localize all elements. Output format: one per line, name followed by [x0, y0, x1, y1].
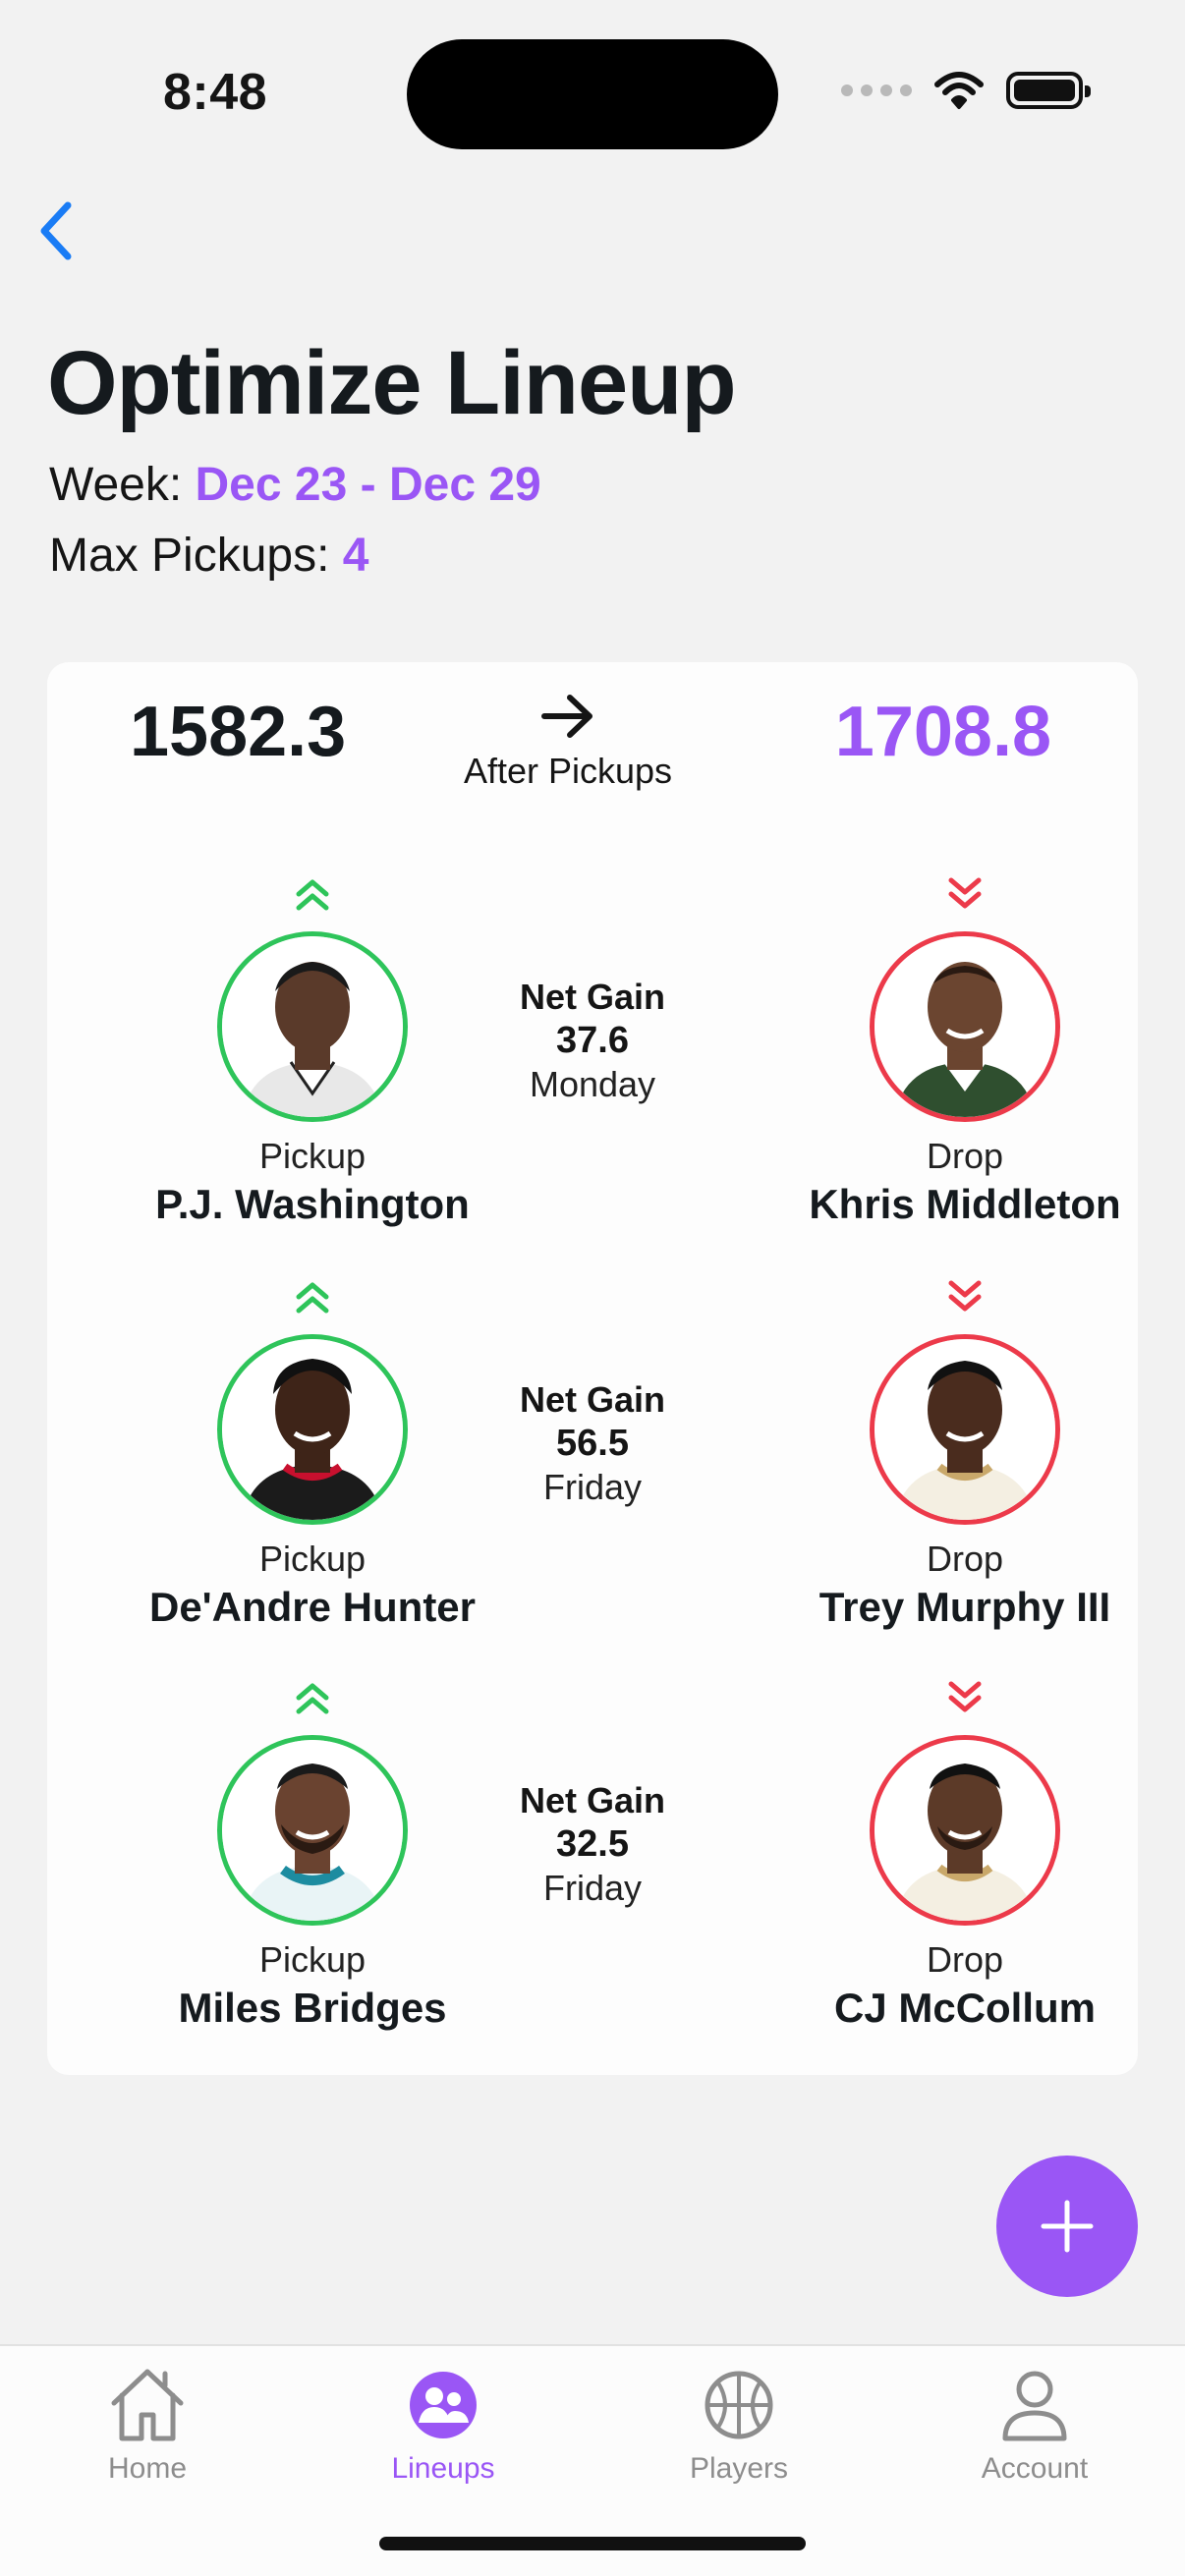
drop-role: Drop	[926, 1136, 1004, 1176]
chevrons-up-icon	[296, 1683, 329, 1714]
tab-account[interactable]: Account	[887, 2364, 1182, 2486]
net-gain-label: Net Gain	[519, 1379, 666, 1420]
net-gain: Net Gain 37.6 Monday	[470, 977, 715, 1105]
net-gain-label: Net Gain	[519, 1780, 666, 1820]
max-pickups-value: 4	[342, 530, 369, 582]
tab-home[interactable]: Home	[0, 2364, 295, 2486]
player-avatar	[217, 1735, 408, 1926]
net-gain-value: 56.5	[556, 1423, 629, 1464]
person-icon	[1002, 2371, 1067, 2441]
drop-player[interactable]: Drop Trey Murphy III	[778, 1269, 1152, 1631]
player-avatar	[217, 1334, 408, 1525]
chevrons-up-icon	[296, 879, 329, 911]
back-button[interactable]	[22, 196, 90, 265]
arrow-right-icon	[541, 695, 592, 738]
after-pickups-indicator: After Pickups	[421, 692, 715, 792]
score-before: 1582.3	[130, 693, 347, 771]
dynamic-island	[407, 39, 778, 149]
chevron-left-icon	[40, 201, 72, 260]
drop-player[interactable]: Drop CJ McCollum	[778, 1670, 1152, 2032]
week-row: Week: Dec 23 - Dec 29	[49, 458, 541, 512]
wifi-icon	[934, 72, 984, 109]
tab-label: Lineups	[391, 2452, 495, 2485]
plus-icon	[1041, 2200, 1094, 2253]
max-pickups-row: Max Pickups: 4	[49, 529, 368, 583]
net-gain: Net Gain 32.5 Friday	[470, 1780, 715, 1909]
add-button[interactable]	[996, 2156, 1138, 2297]
pickup-name: Miles Bridges	[178, 1985, 447, 2031]
week-label: Week:	[49, 459, 183, 511]
chevrons-down-icon	[948, 877, 982, 909]
player-avatar	[870, 1334, 1060, 1525]
pickup-name: De'Andre Hunter	[148, 1584, 477, 1630]
max-pickups-label: Max Pickups:	[49, 530, 330, 582]
home-icon	[111, 2369, 184, 2441]
player-avatar	[870, 1735, 1060, 1926]
after-pickups-label: After Pickups	[463, 751, 673, 791]
pickup-role: Pickup	[258, 1136, 367, 1176]
net-gain-day: Monday	[529, 1064, 656, 1104]
pickup-player[interactable]: Pickup De'Andre Hunter	[126, 1269, 499, 1631]
player-avatar	[217, 931, 408, 1122]
lineups-icon	[410, 2372, 477, 2438]
page-title: Optimize Lineup	[47, 333, 737, 433]
battery-icon	[1006, 72, 1091, 109]
net-gain-value: 37.6	[556, 1020, 629, 1061]
home-indicator	[379, 2537, 806, 2550]
drop-role: Drop	[926, 1939, 1004, 1980]
basketball-icon	[705, 2371, 773, 2439]
net-gain-label: Net Gain	[519, 977, 666, 1017]
drop-name: Trey Murphy III	[818, 1584, 1111, 1630]
drop-role: Drop	[926, 1539, 1004, 1579]
tab-players[interactable]: Players	[592, 2364, 886, 2486]
drop-name: CJ McCollum	[833, 1985, 1097, 2031]
swap-row[interactable]: Pickup Miles Bridges Net Gain 32.5 Frida…	[47, 1670, 1138, 2063]
pickup-player[interactable]: Pickup P.J. Washington	[126, 867, 499, 1228]
score-after: 1708.8	[834, 693, 1051, 771]
screen: 8:48 Optimize Lineup Week: Dec 23 - Dec …	[0, 0, 1185, 2576]
status-time: 8:48	[163, 64, 268, 121]
cellular-signal-icon	[841, 84, 912, 96]
swap-row[interactable]: Pickup De'Andre Hunter Net Gain 56.5 Fri…	[47, 1269, 1138, 1662]
chevrons-up-icon	[296, 1282, 329, 1314]
pickup-name: P.J. Washington	[155, 1181, 470, 1227]
net-gain-day: Friday	[542, 1467, 643, 1507]
swap-row[interactable]: Pickup P.J. Washington Net Gain 37.6 Mon…	[47, 867, 1138, 1260]
pickup-player[interactable]: Pickup Miles Bridges	[126, 1670, 499, 2032]
drop-name: Khris Middleton	[809, 1181, 1121, 1227]
status-icons	[841, 71, 1091, 110]
net-gain: Net Gain 56.5 Friday	[470, 1379, 715, 1508]
net-gain-value: 32.5	[556, 1823, 629, 1865]
chevrons-down-icon	[948, 1280, 982, 1312]
drop-player[interactable]: Drop Khris Middleton	[778, 867, 1152, 1228]
chevrons-down-icon	[948, 1681, 982, 1712]
tab-label: Players	[689, 2452, 789, 2485]
optimization-card: 1582.3 After Pickups 1708.8 Pickup P.J. …	[47, 662, 1138, 2075]
tab-lineups[interactable]: Lineups	[296, 2364, 591, 2486]
pickup-role: Pickup	[258, 1939, 367, 1980]
tab-label: Account	[981, 2452, 1089, 2485]
pickup-role: Pickup	[258, 1539, 367, 1579]
week-value: Dec 23 - Dec 29	[195, 459, 541, 511]
net-gain-day: Friday	[542, 1868, 643, 1908]
player-avatar	[870, 931, 1060, 1122]
tab-label: Home	[107, 2452, 188, 2485]
